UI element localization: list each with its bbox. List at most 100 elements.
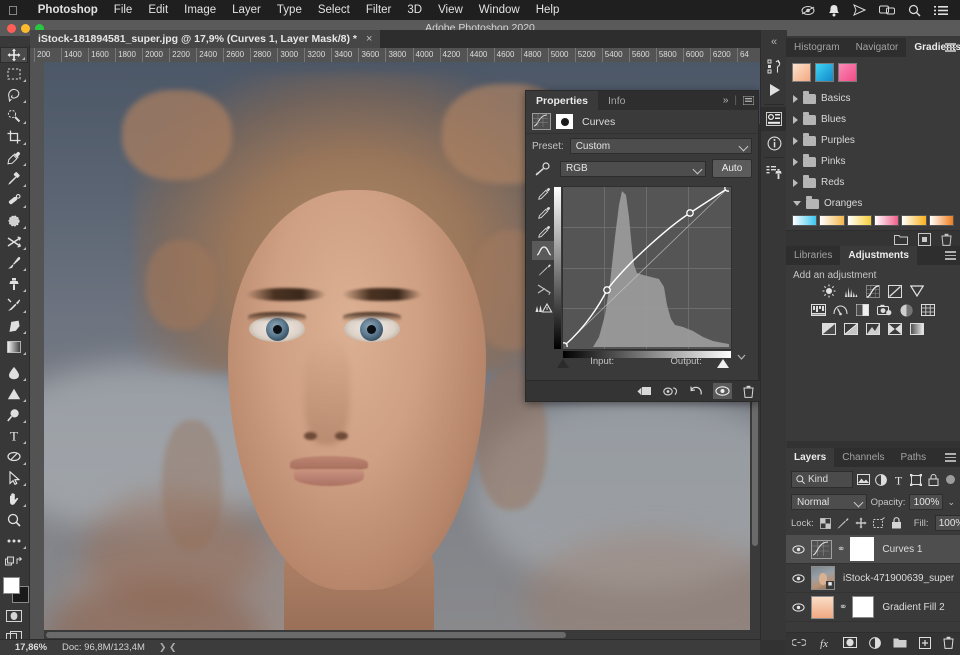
color-balance-icon[interactable] <box>833 303 848 317</box>
layer-mask-thumbnail[interactable] <box>556 114 573 129</box>
tab-navigator[interactable]: Navigator <box>848 38 907 57</box>
layer-name[interactable]: iStock-471900639_super <box>843 573 954 584</box>
black-point-eyedropper[interactable] <box>532 184 556 203</box>
lock-all-icon[interactable] <box>891 516 902 530</box>
color-swatches[interactable] <box>0 575 28 605</box>
menu-image[interactable]: Image <box>176 4 224 16</box>
tab-histogram[interactable]: Histogram <box>786 38 848 57</box>
chevron-right-icon[interactable] <box>793 95 798 103</box>
toggle-visibility-icon[interactable] <box>713 383 732 399</box>
tab-paths[interactable]: Paths <box>893 448 935 467</box>
delete-icon[interactable] <box>739 383 758 399</box>
gradient-preset-2[interactable] <box>847 215 872 226</box>
oranges-gradient-strip[interactable] <box>786 214 960 230</box>
chevron-down-icon[interactable] <box>793 201 801 206</box>
link-mask-icon[interactable]: ⚭ <box>839 602 847 613</box>
adjustment-filter-icon[interactable] <box>874 473 887 487</box>
layer-visibility-icon[interactable] <box>790 545 806 554</box>
hand-tool[interactable] <box>0 488 28 509</box>
screen-mirroring-icon[interactable] <box>801 5 815 16</box>
dodge-tool[interactable] <box>0 383 28 404</box>
gradient-folder-basics[interactable]: Basics <box>790 88 956 109</box>
smooth-icon[interactable] <box>532 279 556 298</box>
close-icon[interactable]: × <box>366 33 372 45</box>
tab-properties[interactable]: Properties <box>526 91 598 110</box>
clip-to-layer-icon[interactable] <box>635 383 654 399</box>
menu-help[interactable]: Help <box>528 4 568 16</box>
display-icon[interactable] <box>879 5 895 16</box>
panel-menu-icon[interactable] <box>945 43 956 52</box>
chevron-right-icon[interactable] <box>793 137 798 145</box>
info-icon[interactable] <box>761 131 787 155</box>
quick-mask-icon[interactable] <box>0 605 28 626</box>
pencil-tool[interactable] <box>532 260 556 279</box>
document-tab[interactable]: iStock-181894581_super.jpg @ 17,9% (Curv… <box>30 30 380 48</box>
rectangular-marquee-tool[interactable] <box>0 63 28 84</box>
layer-thumbnail-gradient[interactable] <box>811 596 834 619</box>
layer-thumbnail-image[interactable]: ■ <box>811 566 835 590</box>
chevron-right-icon[interactable] <box>793 116 798 124</box>
table-row[interactable]: ⚭ Curves 1 <box>786 535 960 564</box>
zoom-tool[interactable] <box>0 509 28 530</box>
gradient-swatch-peach[interactable] <box>792 63 811 82</box>
collapse-panel-icon[interactable]: » <box>723 95 729 106</box>
channel-select[interactable]: RGB <box>560 161 706 177</box>
fill-value[interactable]: 100% <box>935 515 960 531</box>
layer-style-icon[interactable]: fx <box>818 637 831 652</box>
delete-layer-icon[interactable] <box>943 636 954 652</box>
type-filter-icon[interactable]: T <box>892 473 905 487</box>
menu-3d[interactable]: 3D <box>399 4 430 16</box>
clone-source-icon[interactable] <box>761 160 787 184</box>
eyedropper-tool[interactable] <box>0 147 28 168</box>
gradient-folder-pinks[interactable]: Pinks <box>790 151 956 172</box>
patch-tool[interactable] <box>0 189 28 210</box>
new-layer-icon[interactable] <box>919 637 931 652</box>
eraser-tool[interactable] <box>0 315 28 336</box>
play-icon[interactable] <box>761 78 787 102</box>
quick-selection-tool[interactable] <box>0 105 28 126</box>
edit-toolbar-button[interactable] <box>0 551 28 572</box>
chevron-right-icon[interactable] <box>793 179 798 187</box>
view-previous-state-icon[interactable] <box>661 383 680 399</box>
link-layers-icon[interactable] <box>792 638 806 650</box>
layer-name[interactable]: Curves 1 <box>882 544 922 555</box>
gradient-folder-oranges[interactable]: Oranges <box>790 193 956 214</box>
type-tool[interactable]: T <box>0 425 28 446</box>
collapse-dock-icon[interactable]: « <box>761 30 787 54</box>
search-icon[interactable] <box>908 4 921 17</box>
auto-button[interactable]: Auto <box>712 159 752 178</box>
history-brush-tool[interactable] <box>0 294 28 315</box>
lock-artboard-icon[interactable] <box>873 516 885 530</box>
document-size[interactable]: Doc: 96,8M/123,4M <box>62 642 145 653</box>
reset-icon[interactable] <box>687 383 706 399</box>
menu-filter[interactable]: Filter <box>358 4 400 16</box>
opacity-value[interactable]: 100% <box>909 494 943 510</box>
smart-object-filter-icon[interactable] <box>927 473 940 487</box>
gradient-swatch-pink[interactable] <box>838 63 857 82</box>
new-group-icon[interactable] <box>893 637 907 651</box>
target-adjust-icon[interactable] <box>532 162 554 176</box>
tab-adjustments[interactable]: Adjustments <box>840 246 917 265</box>
gradient-map-icon[interactable] <box>910 322 925 336</box>
dodge-stamp-tool[interactable] <box>0 210 28 231</box>
panel-menu-icon[interactable] <box>945 453 956 462</box>
layer-name[interactable]: Gradient Fill 2 <box>882 602 944 613</box>
pen-tool[interactable] <box>0 404 28 425</box>
control-center-icon[interactable] <box>934 5 948 16</box>
curves-icon[interactable] <box>866 284 881 298</box>
channel-mixer-icon[interactable] <box>899 303 914 317</box>
layer-visibility-icon[interactable] <box>790 574 806 583</box>
tab-info[interactable]: Info <box>598 91 636 110</box>
lock-transparent-icon[interactable] <box>820 516 831 530</box>
more-tools-button[interactable] <box>0 530 28 551</box>
link-mask-icon[interactable]: ⚭ <box>837 544 845 555</box>
move-tool[interactable] <box>0 47 28 63</box>
shape-filter-icon[interactable] <box>909 473 922 487</box>
opacity-stepper[interactable]: ⌄ <box>947 497 955 508</box>
foreground-color-swatch[interactable] <box>3 577 20 594</box>
curves-graph[interactable] <box>562 186 732 350</box>
tab-channels[interactable]: Channels <box>834 448 892 467</box>
menu-window[interactable]: Window <box>471 4 528 16</box>
menu-select[interactable]: Select <box>310 4 358 16</box>
tab-libraries[interactable]: Libraries <box>786 246 840 265</box>
